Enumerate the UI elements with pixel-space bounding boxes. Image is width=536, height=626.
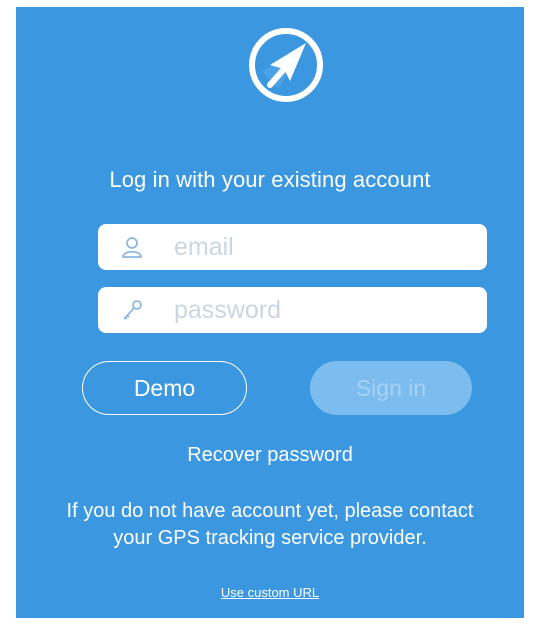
email-field[interactable] [98, 224, 487, 270]
custom-url-link[interactable]: Use custom URL [16, 585, 524, 600]
navigation-arrow-icon [248, 27, 324, 103]
login-title: Log in with your existing account [109, 167, 431, 192]
password-input[interactable] [174, 293, 464, 327]
recover-password-link[interactable]: Recover password [16, 444, 524, 467]
key-icon [120, 298, 144, 322]
password-field[interactable] [98, 287, 487, 333]
login-screen: Log in with your existing account Demo S… [16, 7, 524, 618]
user-icon [120, 235, 144, 259]
email-input[interactable] [174, 230, 464, 264]
demo-button[interactable]: Demo [82, 361, 247, 415]
info-text: If you do not have account yet, please c… [66, 500, 474, 549]
sign-in-button[interactable]: Sign in [310, 361, 472, 415]
